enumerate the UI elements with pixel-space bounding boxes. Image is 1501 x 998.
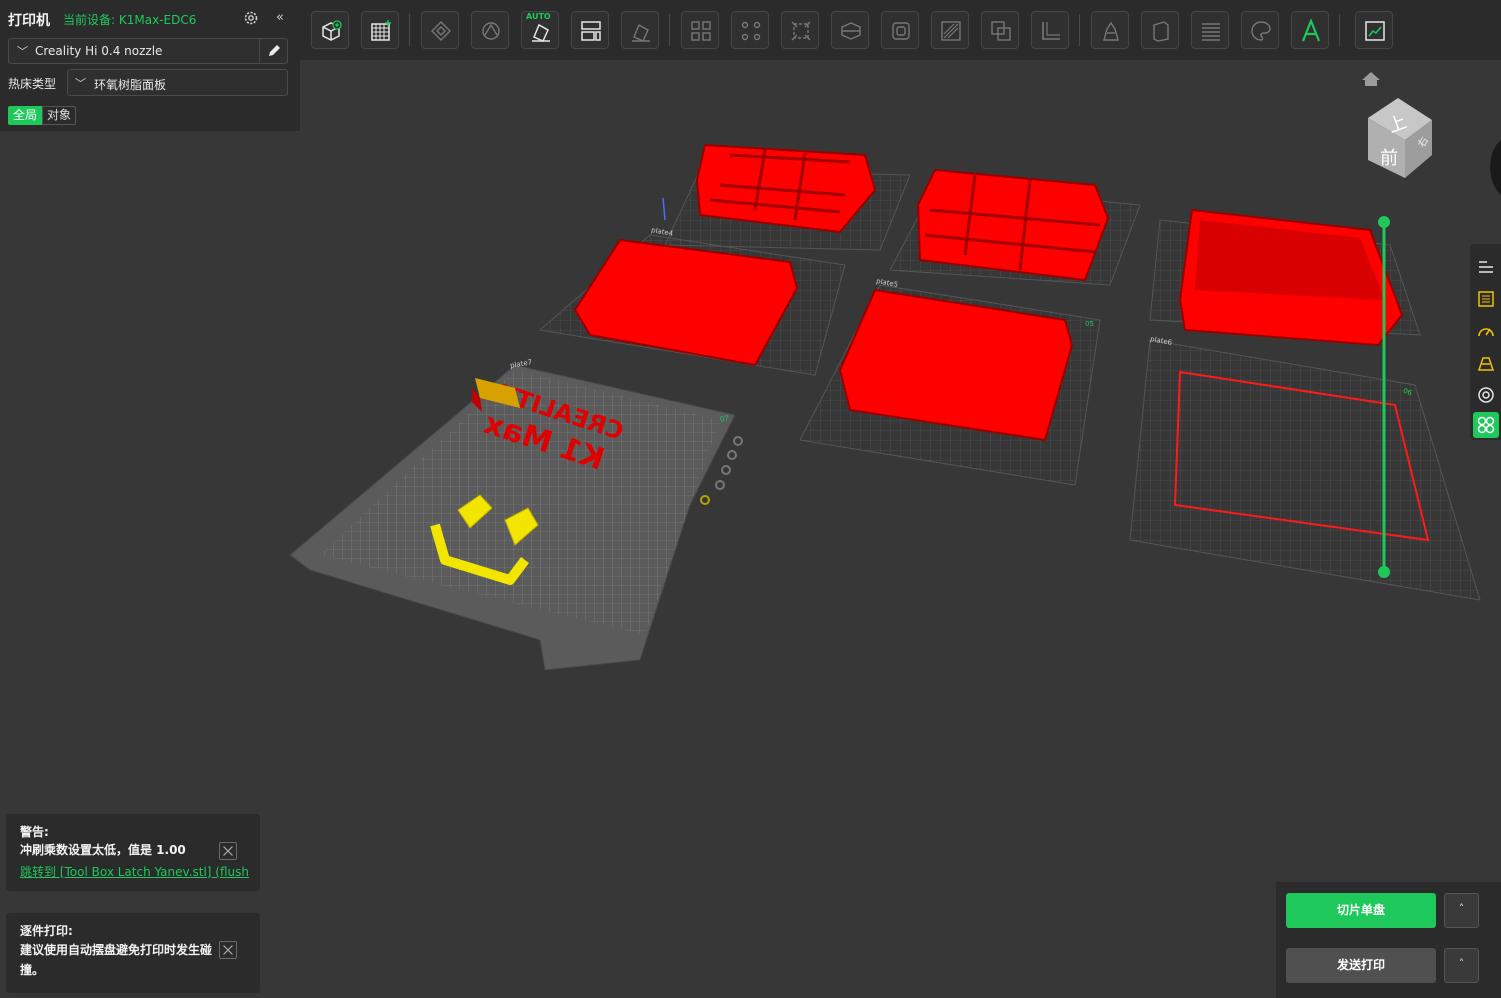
support-button[interactable] — [1473, 350, 1499, 376]
split-objects-button — [681, 11, 719, 49]
plate-7[interactable]: CREALITY K1 Max — [289, 364, 743, 671]
plate-6[interactable] — [1129, 339, 1481, 601]
cut-icon — [841, 22, 861, 40]
hollow-button — [881, 11, 919, 49]
nozzle-value: Creality Hi 0.4 nozzle — [35, 44, 163, 58]
home-icon[interactable] — [1362, 72, 1380, 86]
view-cube-front-label: 前 — [1380, 148, 1398, 169]
arrange-button[interactable] — [571, 11, 609, 49]
arrange-all-button — [421, 11, 459, 49]
plate-1[interactable] — [662, 143, 911, 251]
layout-button[interactable] — [1473, 412, 1499, 438]
plate-5[interactable] — [799, 284, 1101, 486]
collapse-panel-button[interactable]: « — [276, 10, 284, 25]
grid-layout-icon — [1477, 416, 1495, 434]
orient-button — [471, 11, 509, 49]
right-side-toolbar — [1470, 244, 1501, 440]
brim-ears-icon — [1153, 21, 1169, 42]
object-list-button[interactable] — [1473, 254, 1499, 280]
printer-title: 打印机 — [8, 13, 50, 29]
support-paint-button — [931, 11, 969, 49]
gear-icon[interactable] — [242, 9, 260, 27]
current-device-label[interactable]: 当前设备: K1Max-EDC6 — [63, 11, 196, 28]
add-plate-button[interactable] — [361, 11, 399, 49]
split-objects-icon — [691, 21, 711, 41]
close-icon[interactable] — [219, 941, 237, 959]
add-object-button[interactable] — [311, 11, 349, 49]
seam-paint-button — [1091, 11, 1129, 49]
slice-plate-button[interactable]: 切片单盘 — [1286, 893, 1436, 928]
plate-3[interactable] — [1149, 208, 1421, 347]
warning-notice: 警告: 冲刷乘数设置太低，值是 1.00 跳转到 [Tool Box Latch… — [6, 814, 260, 891]
warning-link[interactable]: 跳转到 [Tool Box Latch Yanev.stl] (flush — [20, 863, 256, 880]
sequential-print-notice: 逐件打印: 建议使用自动摆盘避免打印时发生碰撞。 — [6, 913, 260, 993]
scale-button — [781, 11, 819, 49]
send-print-button[interactable]: 发送打印 — [1286, 948, 1436, 983]
chevron-down-icon: ﹀ — [17, 45, 28, 58]
send-options-button[interactable]: ˄ — [1444, 948, 1479, 983]
support-icon — [1477, 357, 1495, 371]
orient-icon — [482, 22, 500, 40]
plate-settings-icon — [1478, 291, 1494, 307]
lay-on-face-icon — [632, 24, 650, 42]
plate-number: 05 — [1085, 320, 1094, 328]
cut-button — [831, 11, 869, 49]
assembly-icon — [1365, 21, 1385, 41]
target-icon — [1478, 387, 1494, 403]
support-paint-icon — [941, 21, 961, 41]
hollow-icon — [892, 22, 910, 40]
text-tool-button[interactable] — [1291, 11, 1329, 49]
variable-layer-icon — [1202, 23, 1220, 41]
auto-orient-icon — [532, 23, 550, 42]
main-toolbar: AUTO — [300, 0, 1501, 60]
object-list-icon — [1479, 261, 1493, 273]
split-parts-icon — [741, 21, 761, 41]
preview-settings-button[interactable] — [1473, 382, 1499, 408]
plate-settings-button[interactable] — [1473, 286, 1499, 312]
boolean-icon — [991, 21, 1011, 41]
close-icon[interactable] — [219, 842, 237, 860]
plate-2[interactable] — [889, 168, 1141, 286]
speedometer-icon — [1478, 328, 1494, 337]
add-cube-icon — [322, 20, 342, 41]
text-a-icon — [1301, 19, 1321, 42]
seam-paint-icon — [1103, 21, 1119, 41]
slice-options-button[interactable]: ˄ — [1444, 893, 1479, 928]
scale-icon — [791, 21, 811, 41]
sequential-print-title: 逐件打印: — [20, 924, 73, 938]
arrange-icon — [431, 21, 451, 41]
sequential-print-body: 建议使用自动摆盘避免打印时发生碰撞。 — [20, 943, 213, 977]
measure-button — [1031, 11, 1069, 49]
warning-title: 警告: — [20, 825, 49, 839]
arrange-layout-icon — [581, 21, 601, 41]
boolean-button — [981, 11, 1019, 49]
plate-4[interactable] — [538, 234, 846, 376]
color-paint-button — [1241, 11, 1279, 49]
brim-ears-button — [1141, 11, 1179, 49]
auto-orient-button[interactable]: AUTO — [521, 11, 559, 49]
add-plate-icon — [371, 20, 391, 41]
measure-icon — [1042, 22, 1060, 40]
split-parts-button — [731, 11, 769, 49]
plate-number: 07 — [719, 414, 730, 424]
lay-on-face-button — [621, 11, 659, 49]
assembly-view-button[interactable] — [1355, 11, 1393, 49]
speed-button[interactable] — [1473, 318, 1499, 344]
variable-layer-button — [1191, 11, 1229, 49]
slice-actions: 切片单盘 ˄ 发送打印 ˄ — [1276, 882, 1501, 998]
color-paint-icon — [1251, 21, 1271, 41]
warning-body: 冲刷乘数设置太低，值是 1.00 — [20, 843, 186, 857]
